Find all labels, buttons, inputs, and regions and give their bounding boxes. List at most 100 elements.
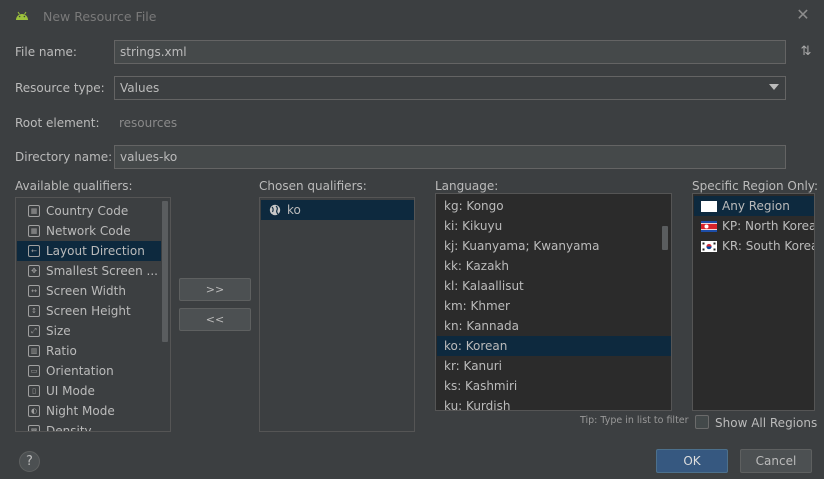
- network-code-icon: ▦: [28, 225, 40, 237]
- language-label-text: km: Khmer: [444, 299, 510, 313]
- region-label-kp: KP: North Korea: [722, 219, 815, 233]
- language-label-text: ko: Korean: [444, 339, 508, 353]
- language-label-text: kg: Kongo: [444, 199, 504, 213]
- night-mode-icon: ◐: [28, 405, 40, 417]
- smallest-screen-icon: ✥: [28, 265, 40, 277]
- available-qualifier-row[interactable]: ↕ Screen Height: [17, 301, 161, 321]
- available-qualifier-row[interactable]: ▥ Ratio: [17, 341, 161, 361]
- available-qualifier-label: Night Mode: [46, 404, 115, 418]
- available-qualifiers-label: Available qualifiers:: [15, 179, 133, 193]
- ok-button[interactable]: OK: [656, 449, 728, 473]
- resource-type-value: Values: [120, 81, 160, 95]
- add-qualifier-button[interactable]: >>: [179, 278, 251, 301]
- resource-type-select[interactable]: Values: [114, 76, 786, 100]
- language-label-text: kk: Kazakh: [444, 259, 509, 273]
- available-qualifier-row[interactable]: ◐ Night Mode: [17, 401, 161, 421]
- screen-width-icon: ↔: [28, 285, 40, 297]
- ratio-icon: ▥: [28, 345, 40, 357]
- available-qualifier-row[interactable]: ↔ Screen Width: [17, 281, 161, 301]
- root-element-label: Root element:: [15, 116, 100, 130]
- available-qualifier-label: Ratio: [46, 344, 77, 358]
- directory-name-label: Directory name:: [15, 150, 113, 164]
- language-row[interactable]: kn: Kannada: [437, 316, 671, 336]
- region-row-kp[interactable]: KP: North Korea: [694, 216, 814, 236]
- filter-tip: Tip: Type in list to filter: [580, 415, 689, 426]
- available-qualifier-row[interactable]: ▦ Country Code: [17, 201, 161, 221]
- directory-name-input[interactable]: values-ko: [114, 145, 786, 169]
- region-label-any: Any Region: [722, 199, 790, 213]
- title-bar: New Resource File ✕: [0, 0, 824, 32]
- language-row[interactable]: kk: Kazakh: [437, 256, 671, 276]
- resource-type-label: Resource type:: [15, 81, 105, 95]
- chevron-down-icon: [769, 84, 779, 90]
- directory-name-value: values-ko: [120, 150, 178, 164]
- language-row[interactable]: ks: Kashmiri: [437, 376, 671, 396]
- available-qualifiers-list[interactable]: ▦ Country Code ▦ Network Code ← Layout Direct…: [15, 197, 171, 432]
- language-label-text: kr: Kanuri: [444, 359, 503, 373]
- cancel-button[interactable]: Cancel: [740, 449, 812, 473]
- screen-height-icon: ↕: [28, 305, 40, 317]
- chosen-qualifiers-label: Chosen qualifiers:: [259, 179, 367, 193]
- file-name-value: strings.xml: [120, 45, 187, 59]
- available-qualifier-label: Country Code: [46, 204, 129, 218]
- region-label-kr: KR: South Korea: [722, 239, 815, 253]
- region-row-any[interactable]: Any Region: [694, 196, 814, 216]
- region-label: Specific Region Only:: [692, 179, 819, 193]
- show-all-regions-checkbox[interactable]: [695, 415, 709, 429]
- language-row[interactable]: km: Khmer: [437, 296, 671, 316]
- sort-icon[interactable]: ⇅: [798, 44, 814, 60]
- north-korea-flag-icon: [701, 220, 717, 232]
- root-element-value: resources: [119, 116, 178, 130]
- available-qualifier-row[interactable]: ▭ Orientation: [17, 361, 161, 381]
- help-button[interactable]: ?: [19, 451, 40, 472]
- layout-direction-icon: ←: [28, 245, 40, 257]
- available-qualifier-label: Layout Direction: [46, 244, 145, 258]
- available-qualifier-row[interactable]: ⤢ Size: [17, 321, 161, 341]
- language-row[interactable]: ko: Korean: [437, 336, 671, 356]
- available-qualifier-row[interactable]: ← Layout Direction: [17, 241, 161, 261]
- available-qualifier-label: UI Mode: [46, 384, 95, 398]
- available-qualifier-label: Smallest Screen ...: [46, 264, 158, 278]
- available-qualifier-label: Screen Height: [46, 304, 131, 318]
- region-list[interactable]: Any Region KP: North Korea KR: South Kor…: [692, 193, 815, 411]
- language-list[interactable]: kg: Kongo ki: Kikuyu kj: Kuanyama; Kwanyam…: [435, 193, 672, 411]
- ui-mode-icon: ▯: [28, 385, 40, 397]
- blank-flag-icon: [701, 200, 717, 212]
- south-korea-flag-icon: [701, 240, 717, 252]
- language-row[interactable]: ki: Kikuyu: [437, 216, 671, 236]
- language-row[interactable]: ku: Kurdish: [437, 396, 671, 411]
- available-qualifier-label: Orientation: [46, 364, 114, 378]
- language-row[interactable]: kl: Kalaallisut: [437, 276, 671, 296]
- remove-qualifier-button[interactable]: <<: [179, 308, 251, 331]
- language-row[interactable]: kg: Kongo: [437, 196, 671, 216]
- chosen-qualifier-row[interactable]: ko: [261, 200, 414, 220]
- available-qualifier-label: Screen Width: [46, 284, 126, 298]
- android-icon: [16, 11, 28, 20]
- country-code-icon: ▦: [28, 205, 40, 217]
- available-qualifier-row[interactable]: ▦ Network Code: [17, 221, 161, 241]
- language-label-text: kl: Kalaallisut: [444, 279, 524, 293]
- file-name-input[interactable]: strings.xml: [114, 40, 786, 64]
- available-scrollbar[interactable]: [162, 201, 168, 342]
- available-qualifier-row[interactable]: ▩ Density: [17, 421, 161, 431]
- new-resource-file-dialog: New Resource File ✕ File name: strings.x…: [0, 0, 824, 479]
- language-label-text: ki: Kikuyu: [444, 219, 503, 233]
- density-icon: ▩: [28, 425, 40, 431]
- globe-icon: [269, 204, 281, 216]
- language-label-text: ku: Kurdish: [444, 399, 511, 411]
- chosen-qualifier-label: ko: [287, 203, 301, 217]
- close-icon[interactable]: ✕: [795, 6, 811, 24]
- chosen-qualifiers-list[interactable]: ko: [259, 197, 415, 432]
- region-row-kr[interactable]: KR: South Korea: [694, 236, 814, 256]
- language-row[interactable]: kr: Kanuri: [437, 356, 671, 376]
- show-all-regions-label: Show All Regions: [715, 416, 818, 430]
- language-label-text: ks: Kashmiri: [444, 379, 518, 393]
- language-row[interactable]: kj: Kuanyama; Kwanyama: [437, 236, 671, 256]
- language-scrollbar[interactable]: [662, 226, 668, 250]
- size-icon: ⤢: [28, 325, 40, 337]
- available-qualifier-row[interactable]: ✥ Smallest Screen ...: [17, 261, 161, 281]
- language-label: Language:: [435, 179, 499, 193]
- orientation-icon: ▭: [28, 365, 40, 377]
- available-qualifier-row[interactable]: ▯ UI Mode: [17, 381, 161, 401]
- dialog-title: New Resource File: [43, 9, 157, 24]
